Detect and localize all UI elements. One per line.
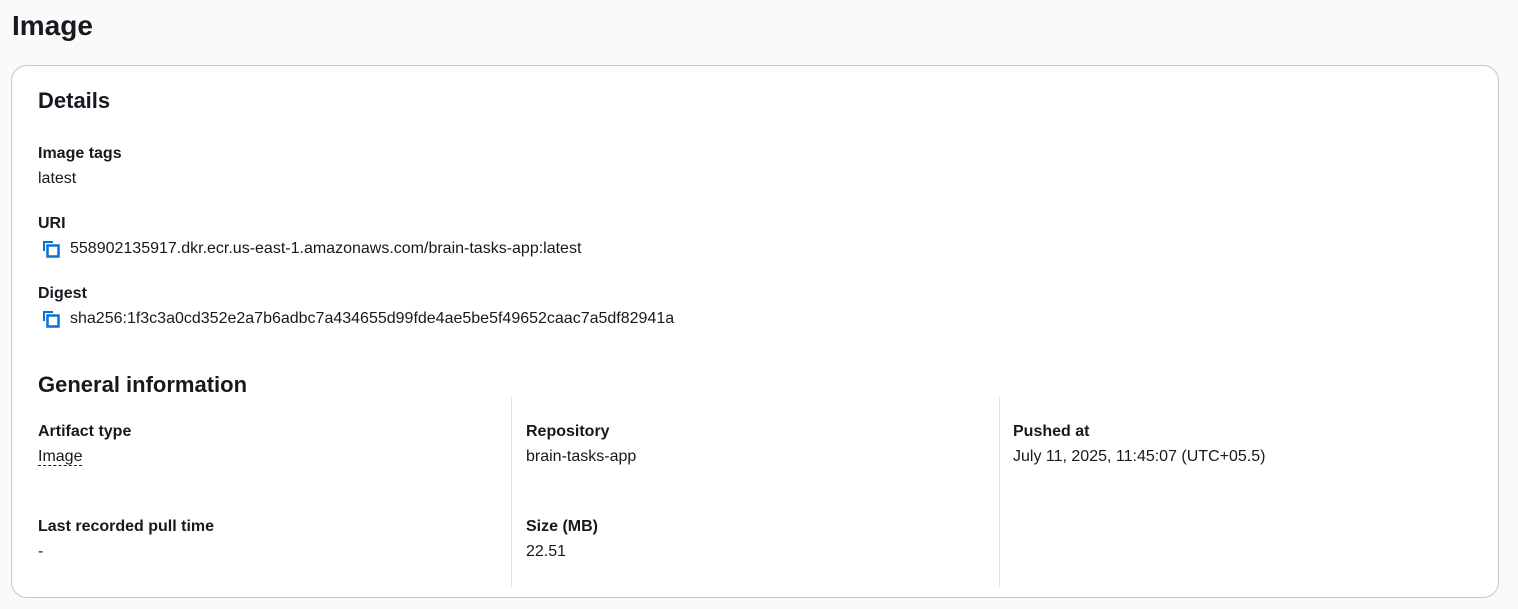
page-title: Image bbox=[12, 10, 93, 41]
repository-label: Repository bbox=[526, 423, 610, 440]
artifact-type-value: Image bbox=[38, 447, 83, 467]
size-value: 22.51 bbox=[526, 543, 567, 560]
uri-copy-icon[interactable] bbox=[40, 238, 62, 260]
image-tags-value: latest bbox=[38, 170, 77, 187]
uri-value: 558902135917.dkr.ecr.us-east-1.amazonaws… bbox=[70, 240, 582, 257]
artifact-type-info-link[interactable]: Image bbox=[38, 448, 83, 466]
uri-row: 558902135917.dkr.ecr.us-east-1.amazonaws… bbox=[40, 238, 581, 260]
column-divider-2 bbox=[999, 397, 1000, 587]
digest-row: sha256:1f3c3a0cd352e2a7b6adbc7a434655d99… bbox=[40, 308, 674, 330]
uri-label: URI bbox=[38, 215, 66, 232]
general-information-title: General information bbox=[38, 372, 248, 397]
last-pull-label: Last recorded pull time bbox=[38, 518, 215, 535]
last-pull-value: - bbox=[38, 543, 44, 560]
image-details-container: Details Image tags latest URI 5589021359… bbox=[11, 65, 1499, 598]
column-divider-1 bbox=[511, 397, 512, 587]
image-tags-label: Image tags bbox=[38, 145, 122, 162]
pushed-at-value: July 11, 2025, 11:45:07 (UTC+05.5) bbox=[1013, 448, 1266, 465]
digest-label: Digest bbox=[38, 285, 87, 302]
digest-value: sha256:1f3c3a0cd352e2a7b6adbc7a434655d99… bbox=[70, 310, 675, 327]
repository-value: brain-tasks-app bbox=[526, 448, 637, 465]
artifact-type-label: Artifact type bbox=[38, 423, 132, 440]
digest-copy-icon[interactable] bbox=[40, 308, 62, 330]
pushed-at-label: Pushed at bbox=[1013, 423, 1090, 440]
details-title: Details bbox=[38, 88, 111, 113]
size-label: Size (MB) bbox=[526, 518, 598, 535]
